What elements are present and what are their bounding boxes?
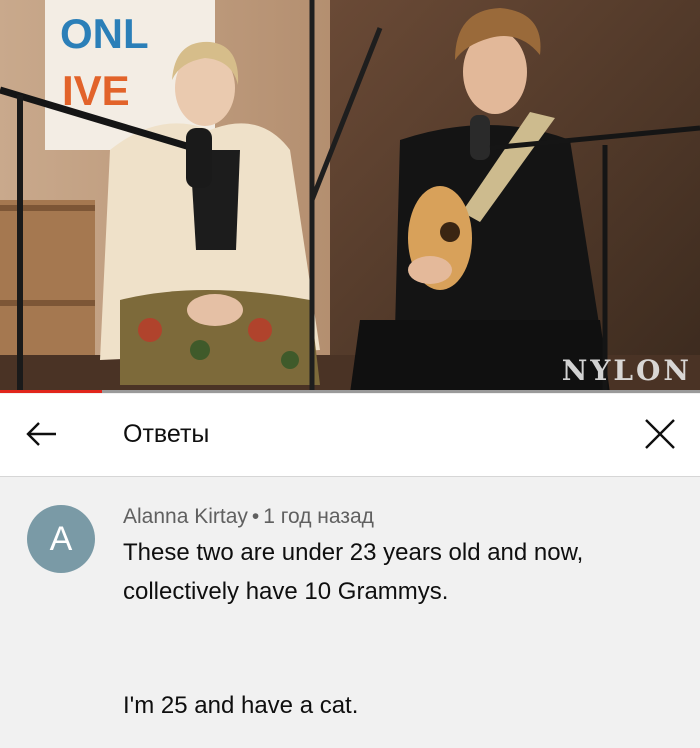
poster-text-row2: IVE	[62, 67, 130, 114]
comment-text-line: collectively have 10 Grammys.	[123, 578, 449, 605]
comment-author[interactable]: Alanna Kirtay	[123, 505, 248, 528]
comment-time: 1 год назад	[263, 505, 374, 528]
page-title: Ответы	[123, 420, 210, 448]
comment-text-line: These two are under 23 years old and now…	[123, 539, 584, 566]
video-frame: ONL IVE	[0, 0, 700, 393]
comment-item: A Alanna Kirtay • 1 год назад These two ar…	[0, 477, 700, 748]
close-button[interactable]	[640, 414, 680, 454]
video-progress-bar[interactable]	[0, 390, 700, 393]
meta-separator: •	[251, 505, 260, 528]
poster-text-row1: ONL	[60, 10, 149, 57]
replies-header: Ответы	[0, 394, 700, 477]
comment-text-line: I'm 25 and have a cat.	[123, 692, 359, 719]
arrow-left-icon	[26, 422, 56, 446]
comment-meta: Alanna Kirtay • 1 год назад	[123, 505, 374, 529]
close-icon	[645, 419, 675, 449]
video-player[interactable]: ONL IVE NYLON	[0, 0, 700, 393]
channel-watermark: NYLON	[561, 354, 692, 387]
video-progress-fill	[0, 390, 103, 393]
avatar[interactable]: A	[27, 505, 95, 573]
back-button[interactable]	[22, 414, 62, 454]
